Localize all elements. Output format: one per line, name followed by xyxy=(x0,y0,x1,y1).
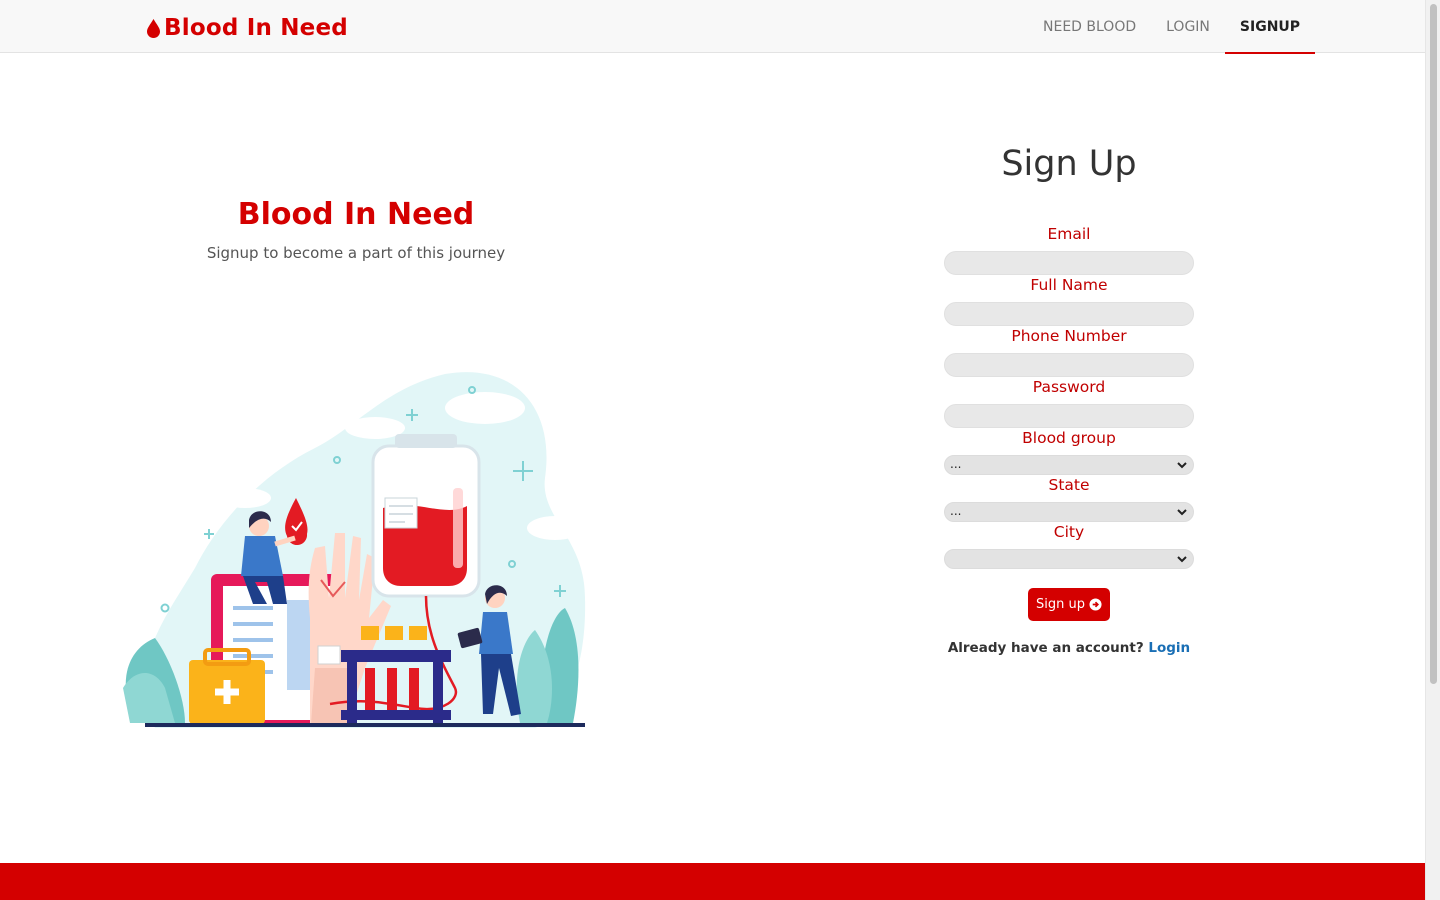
scrollbar-thumb[interactable] xyxy=(1430,4,1437,684)
chevron-down-icon xyxy=(1177,462,1187,469)
full-name-label: Full Name xyxy=(1030,276,1108,294)
nav-link-login[interactable]: LOGIN xyxy=(1151,0,1225,53)
state-group: State ... xyxy=(944,475,1194,522)
state-label: State xyxy=(1048,476,1090,494)
brand-link[interactable]: Blood In Need xyxy=(146,13,348,43)
footer xyxy=(0,863,1425,900)
hero-subtitle: Signup to become a part of this journey xyxy=(206,244,506,262)
blood-group-label: Blood group xyxy=(1022,429,1116,447)
signup-button[interactable]: Sign up xyxy=(1028,588,1110,621)
nav-link-signup[interactable]: SIGNUP xyxy=(1224,0,1316,54)
hero-title: Blood In Need xyxy=(237,197,475,232)
phone-field[interactable] xyxy=(944,353,1194,377)
full-name-field[interactable] xyxy=(944,302,1194,326)
blood-group-select[interactable]: ... xyxy=(944,455,1194,475)
brand-name: Blood In Need xyxy=(164,15,348,41)
navbar: Blood In Need NEED BLOOD LOGIN SIGNUP xyxy=(0,0,1425,54)
page-scrollbar[interactable] xyxy=(1425,0,1440,900)
password-group: Password xyxy=(944,377,1194,428)
state-select[interactable]: ... xyxy=(944,502,1194,522)
chevron-down-icon xyxy=(1177,509,1187,516)
blood-group-value: ... xyxy=(950,457,962,471)
email-label: Email xyxy=(1047,225,1091,243)
nav-links: NEED BLOOD LOGIN SIGNUP xyxy=(1028,0,1316,54)
password-field[interactable] xyxy=(944,404,1194,428)
login-link[interactable]: Login xyxy=(1148,640,1190,656)
nav-link-need-blood[interactable]: NEED BLOOD xyxy=(1028,0,1151,53)
city-group: City xyxy=(944,522,1194,569)
form-title: Sign Up xyxy=(1001,144,1137,184)
password-label: Password xyxy=(1032,378,1106,396)
blood-donation-illustration xyxy=(123,372,586,728)
city-select[interactable] xyxy=(944,549,1194,569)
state-value: ... xyxy=(950,504,962,518)
city-label: City xyxy=(1053,523,1085,541)
arrow-circle-right-icon xyxy=(1089,598,1102,611)
blood-drop-icon xyxy=(147,19,160,38)
chevron-down-icon xyxy=(1177,556,1187,563)
email-group: Email xyxy=(944,224,1194,275)
login-prompt-line: Already have an account? Login xyxy=(904,640,1234,656)
login-prompt-text: Already have an account? xyxy=(947,640,1144,656)
blood-group-group: Blood group ... xyxy=(944,428,1194,475)
email-field[interactable] xyxy=(944,251,1194,275)
signup-button-label: Sign up xyxy=(1036,597,1085,612)
phone-group: Phone Number xyxy=(944,326,1194,377)
full-name-group: Full Name xyxy=(944,275,1194,326)
phone-label: Phone Number xyxy=(1011,327,1127,345)
